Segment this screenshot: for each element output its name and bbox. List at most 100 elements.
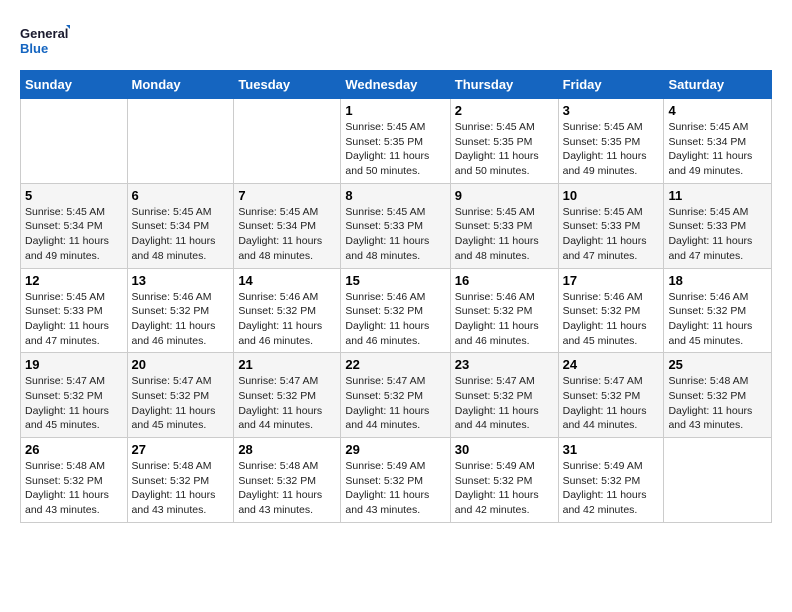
day-info: Sunrise: 5:49 AM Sunset: 5:32 PM Dayligh… [455,459,554,518]
day-number: 23 [455,357,554,372]
day-number: 17 [563,273,660,288]
day-number: 13 [132,273,230,288]
calendar-day-29: 29Sunrise: 5:49 AM Sunset: 5:32 PM Dayli… [341,438,450,523]
day-info: Sunrise: 5:48 AM Sunset: 5:32 PM Dayligh… [668,374,767,433]
day-info: Sunrise: 5:46 AM Sunset: 5:32 PM Dayligh… [238,290,336,349]
day-number: 27 [132,442,230,457]
logo-svg: General Blue [20,20,70,60]
day-info: Sunrise: 5:45 AM Sunset: 5:35 PM Dayligh… [563,120,660,179]
calendar-day-30: 30 Sunrise: 5:49 AM Sunset: 5:32 PM Dayli… [450,438,558,523]
day-number: 6 [132,188,230,203]
weekday-header-thursday: Thursday [450,71,558,99]
weekday-header-saturday: Saturday [664,71,772,99]
day-info: Sunrise: 5:45 AM Sunset: 5:34 PM Dayligh… [132,205,230,264]
day-number: 3 [563,103,660,118]
day-info: Sunrise: 5:48 AM Sunset: 5:32 PM Dayligh… [132,459,230,518]
day-info: Sunrise: 5:47 AM Sunset: 5:32 PM Dayligh… [238,374,336,433]
day-number: 22 [345,357,445,372]
day-number: 12 [25,273,123,288]
day-info: Sunrise: 5:45 AM Sunset: 5:35 PM Dayligh… [455,120,554,179]
day-number: 11 [668,188,767,203]
calendar-day-10: 10 Sunrise: 5:45 AM Sunset: 5:33 PM Dayli… [558,183,664,268]
weekday-header-wednesday: Wednesday [341,71,450,99]
empty-cell [127,99,234,184]
day-number: 16 [455,273,554,288]
day-number: 26 [25,442,123,457]
calendar-week-4: 19Sunrise: 5:47 AM Sunset: 5:32 PM Dayli… [21,353,772,438]
day-number: 31 [563,442,660,457]
day-number: 7 [238,188,336,203]
day-info: Sunrise: 5:45 AM Sunset: 5:35 PM Dayligh… [345,120,445,179]
calendar-day-2: 2 Sunrise: 5:45 AM Sunset: 5:35 PM Daylig… [450,99,558,184]
day-number: 25 [668,357,767,372]
calendar-day-19: 19Sunrise: 5:47 AM Sunset: 5:32 PM Dayli… [21,353,128,438]
day-info: Sunrise: 5:49 AM Sunset: 5:32 PM Dayligh… [563,459,660,518]
calendar-week-2: 5 Sunrise: 5:45 AM Sunset: 5:34 PM Daylig… [21,183,772,268]
day-number: 4 [668,103,767,118]
calendar-day-9: 9Sunrise: 5:45 AM Sunset: 5:33 PM Daylig… [450,183,558,268]
day-number: 5 [25,188,123,203]
calendar-day-12: 12 Sunrise: 5:45 AM Sunset: 5:33 PM Dayli… [21,268,128,353]
calendar-day-13: 13 Sunrise: 5:46 AM Sunset: 5:32 PM Dayli… [127,268,234,353]
day-info: Sunrise: 5:45 AM Sunset: 5:33 PM Dayligh… [345,205,445,264]
day-info: Sunrise: 5:45 AM Sunset: 5:33 PM Dayligh… [25,290,123,349]
calendar-week-5: 26 Sunrise: 5:48 AM Sunset: 5:32 PM Dayli… [21,438,772,523]
calendar-day-31: 31 Sunrise: 5:49 AM Sunset: 5:32 PM Dayli… [558,438,664,523]
calendar-day-14: 14 Sunrise: 5:46 AM Sunset: 5:32 PM Dayli… [234,268,341,353]
day-info: Sunrise: 5:45 AM Sunset: 5:34 PM Dayligh… [25,205,123,264]
day-info: Sunrise: 5:45 AM Sunset: 5:33 PM Dayligh… [668,205,767,264]
day-info: Sunrise: 5:47 AM Sunset: 5:32 PM Dayligh… [132,374,230,433]
calendar-table: SundayMondayTuesdayWednesdayThursdayFrid… [20,70,772,523]
day-info: Sunrise: 5:46 AM Sunset: 5:32 PM Dayligh… [563,290,660,349]
calendar-day-15: 15 Sunrise: 5:46 AM Sunset: 5:32 PM Dayli… [341,268,450,353]
calendar-day-17: 17 Sunrise: 5:46 AM Sunset: 5:32 PM Dayli… [558,268,664,353]
day-info: Sunrise: 5:45 AM Sunset: 5:34 PM Dayligh… [238,205,336,264]
svg-text:General: General [20,26,68,41]
calendar-header-row: SundayMondayTuesdayWednesdayThursdayFrid… [21,71,772,99]
weekday-header-sunday: Sunday [21,71,128,99]
calendar-day-27: 27 Sunrise: 5:48 AM Sunset: 5:32 PM Dayli… [127,438,234,523]
calendar-day-4: 4Sunrise: 5:45 AM Sunset: 5:34 PM Daylig… [664,99,772,184]
calendar-day-8: 8Sunrise: 5:45 AM Sunset: 5:33 PM Daylig… [341,183,450,268]
calendar-day-20: 20 Sunrise: 5:47 AM Sunset: 5:32 PM Dayli… [127,353,234,438]
day-number: 20 [132,357,230,372]
day-info: Sunrise: 5:49 AM Sunset: 5:32 PM Dayligh… [345,459,445,518]
day-info: Sunrise: 5:46 AM Sunset: 5:32 PM Dayligh… [668,290,767,349]
day-number: 15 [345,273,445,288]
day-number: 14 [238,273,336,288]
weekday-header-friday: Friday [558,71,664,99]
day-info: Sunrise: 5:47 AM Sunset: 5:32 PM Dayligh… [455,374,554,433]
calendar-week-3: 12 Sunrise: 5:45 AM Sunset: 5:33 PM Dayli… [21,268,772,353]
day-info: Sunrise: 5:47 AM Sunset: 5:32 PM Dayligh… [563,374,660,433]
calendar-day-28: 28Sunrise: 5:48 AM Sunset: 5:32 PM Dayli… [234,438,341,523]
empty-cell [664,438,772,523]
day-number: 30 [455,442,554,457]
day-number: 18 [668,273,767,288]
calendar-day-25: 25 Sunrise: 5:48 AM Sunset: 5:32 PM Dayli… [664,353,772,438]
calendar-week-1: 1 Sunrise: 5:45 AM Sunset: 5:35 PM Daylig… [21,99,772,184]
svg-text:Blue: Blue [20,41,48,56]
calendar-day-22: 22 Sunrise: 5:47 AM Sunset: 5:32 PM Dayli… [341,353,450,438]
calendar-day-16: 16Sunrise: 5:46 AM Sunset: 5:32 PM Dayli… [450,268,558,353]
calendar-day-21: 21Sunrise: 5:47 AM Sunset: 5:32 PM Dayli… [234,353,341,438]
calendar-day-26: 26 Sunrise: 5:48 AM Sunset: 5:32 PM Dayli… [21,438,128,523]
day-info: Sunrise: 5:46 AM Sunset: 5:32 PM Dayligh… [345,290,445,349]
calendar-day-7: 7 Sunrise: 5:45 AM Sunset: 5:34 PM Daylig… [234,183,341,268]
weekday-header-monday: Monday [127,71,234,99]
day-info: Sunrise: 5:48 AM Sunset: 5:32 PM Dayligh… [25,459,123,518]
day-info: Sunrise: 5:47 AM Sunset: 5:32 PM Dayligh… [345,374,445,433]
empty-cell [234,99,341,184]
day-number: 1 [345,103,445,118]
empty-cell [21,99,128,184]
logo: General Blue [20,20,70,60]
calendar-day-3: 3 Sunrise: 5:45 AM Sunset: 5:35 PM Daylig… [558,99,664,184]
day-number: 2 [455,103,554,118]
calendar-day-18: 18 Sunrise: 5:46 AM Sunset: 5:32 PM Dayli… [664,268,772,353]
calendar-day-1: 1 Sunrise: 5:45 AM Sunset: 5:35 PM Daylig… [341,99,450,184]
weekday-header-tuesday: Tuesday [234,71,341,99]
calendar-day-23: 23 Sunrise: 5:47 AM Sunset: 5:32 PM Dayli… [450,353,558,438]
calendar-day-6: 6 Sunrise: 5:45 AM Sunset: 5:34 PM Daylig… [127,183,234,268]
day-number: 10 [563,188,660,203]
day-info: Sunrise: 5:46 AM Sunset: 5:32 PM Dayligh… [132,290,230,349]
day-info: Sunrise: 5:45 AM Sunset: 5:33 PM Dayligh… [563,205,660,264]
